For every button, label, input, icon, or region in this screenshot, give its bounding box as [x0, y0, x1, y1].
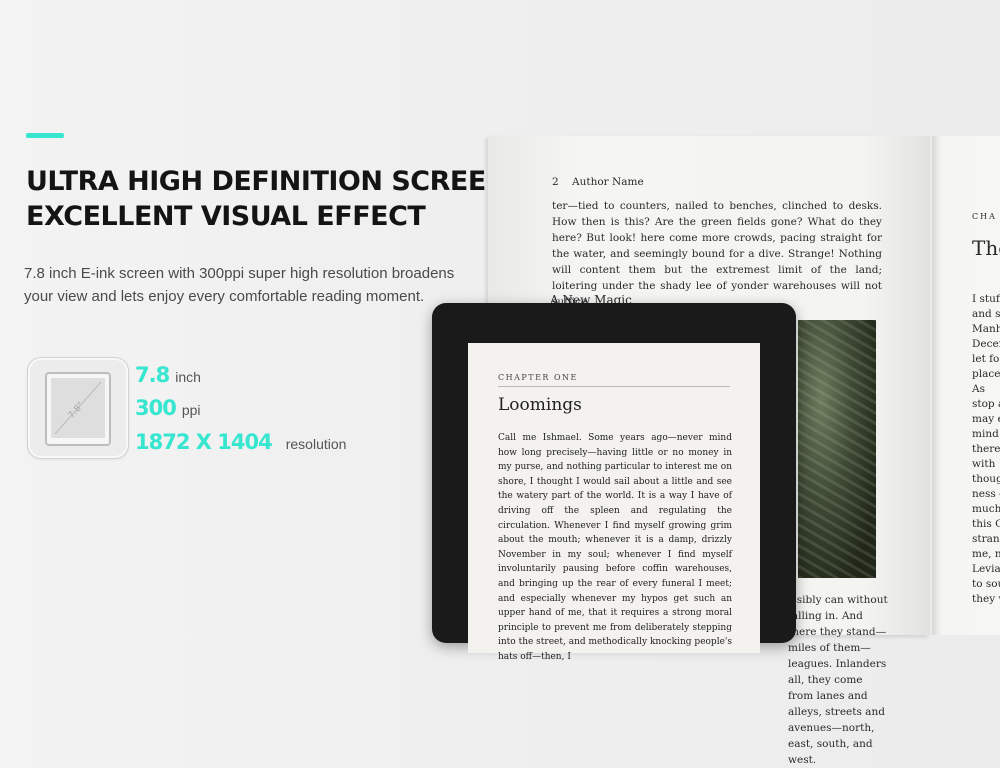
spec-screen-size: 7.8 inch — [135, 363, 201, 387]
book-right-column: I stuff and st Manha Decer let fo place … — [972, 293, 1000, 605]
reader-chapter-label: CHAPTER ONE — [498, 373, 578, 382]
spec-resolution: 1872 X 1404 resolution — [135, 430, 346, 454]
spec-unit: resolution — [285, 436, 347, 452]
spec-value: 300 — [135, 396, 177, 420]
reader-chapter-title: Loomings — [498, 395, 582, 415]
e-reader-device: CHAPTER ONE Loomings Call me Ishmael. So… — [432, 303, 796, 662]
feature-description: 7.8 inch E-ink screen with 300ppi super … — [24, 265, 455, 305]
e-reader-screen: CHAPTER ONE Loomings Call me Ishmael. So… — [468, 343, 760, 662]
spec-value: 7.8 — [135, 363, 170, 387]
spec-unit: ppi — [181, 402, 201, 418]
reader-body-text: Call me Ishmael. Some years ago—never mi… — [498, 433, 732, 662]
tablet-size-icon: 7.8" — [27, 357, 129, 459]
reader-divider — [498, 386, 730, 387]
book-page-header: 2 Author Name — [552, 176, 644, 188]
accent-bar — [26, 133, 64, 138]
book-bottom-text: issibly can without falling in. And ther… — [788, 594, 888, 766]
headline-line-1: ULTRA HIGH DEFINITION SCREEN — [26, 166, 508, 197]
feature-headline: ULTRA HIGH DEFINITION SCREEN EXCELLENT V… — [26, 164, 508, 234]
book-right-title: The — [972, 236, 1000, 260]
book-right-page: CHA The I stuff and st Manha Decer let f… — [932, 136, 1000, 635]
forest-photo — [798, 320, 876, 578]
headline-line-2: EXCELLENT VISUAL EFFECT — [26, 201, 426, 232]
spec-unit: inch — [175, 369, 201, 385]
spec-value: 1872 X 1404 — [135, 430, 273, 454]
spec-pixel-density: 300 ppi — [135, 396, 201, 420]
book-right-chapter: CHA — [972, 212, 997, 221]
